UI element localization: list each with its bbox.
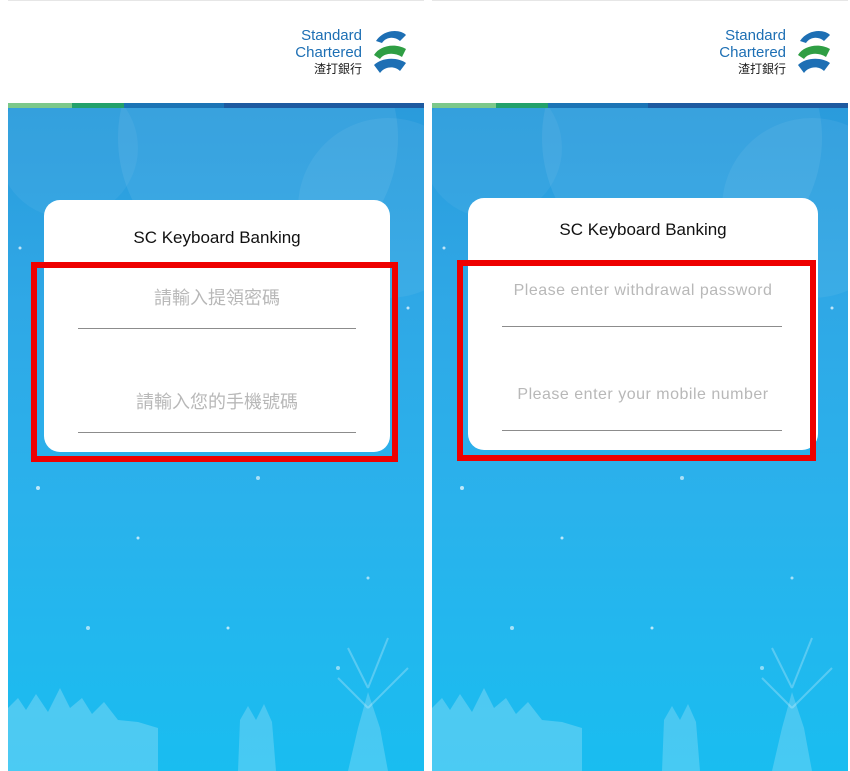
app-header: Standard Chartered 渣打銀行 <box>8 0 424 105</box>
brand-logo: Standard Chartered 渣打銀行 <box>220 23 410 81</box>
highlight-box <box>31 262 398 462</box>
brand-name-chinese: 渣打銀行 <box>737 62 786 76</box>
login-screen-chinese: Standard Chartered 渣打銀行 SC Keyboard Bank… <box>8 0 424 771</box>
brand-name-line1: Standard <box>725 27 786 44</box>
app-header: Standard Chartered 渣打銀行 <box>432 0 848 105</box>
standard-chartered-logo-icon <box>374 31 406 73</box>
brand-name-line1: Standard <box>301 27 362 44</box>
card-title: SC Keyboard Banking <box>133 228 301 247</box>
standard-chartered-logo-icon <box>798 31 830 73</box>
card-title: SC Keyboard Banking <box>559 220 727 239</box>
brand-name-chinese: 渣打銀行 <box>313 62 362 76</box>
brand-name-line2: Chartered <box>719 44 786 61</box>
highlight-box <box>457 260 816 461</box>
brand-name-line2: Chartered <box>295 44 362 61</box>
brand-logo: Standard Chartered 渣打銀行 <box>644 23 834 81</box>
login-screen-english: Standard Chartered 渣打銀行 SC Keyboard Bank… <box>432 0 848 771</box>
